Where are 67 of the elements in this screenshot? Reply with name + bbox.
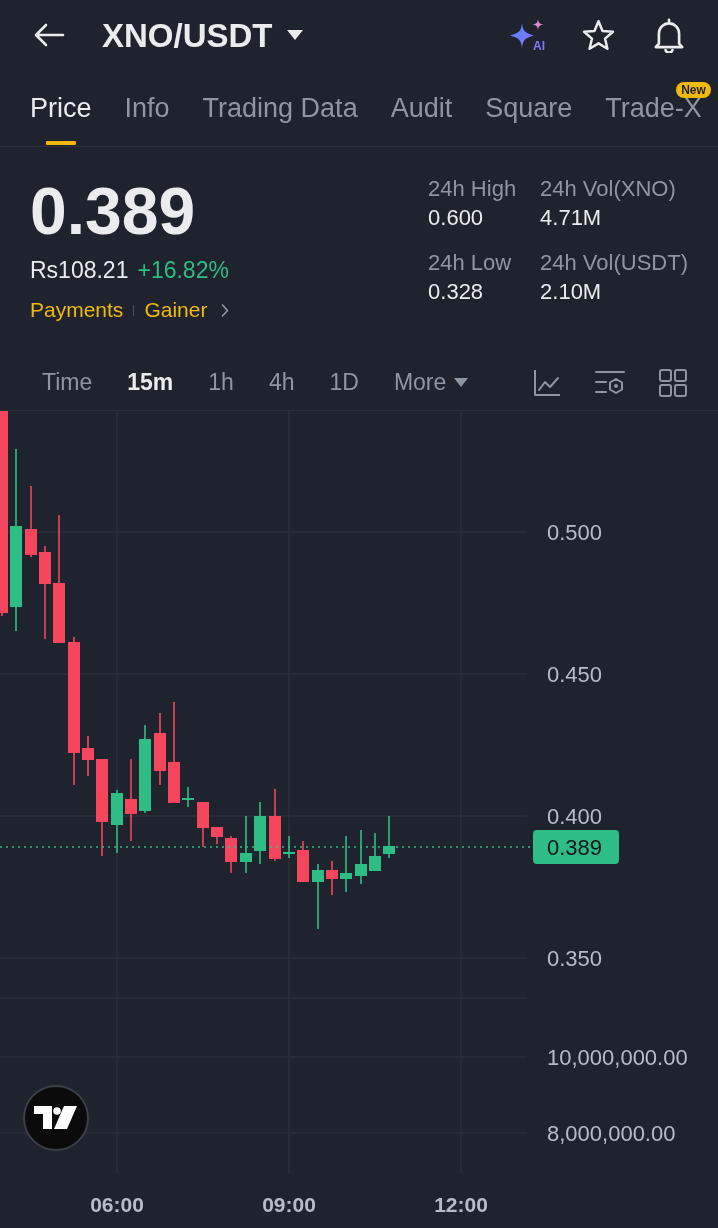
rising-candle <box>254 802 266 864</box>
tab[interactable]: Trading Data <box>202 70 358 146</box>
price-axis-label: 0.450 <box>547 661 603 687</box>
tab[interactable]: Square <box>485 70 573 146</box>
volume-axis-label: 10,000,000.00 <box>547 1044 688 1070</box>
falling-candle <box>154 713 166 785</box>
caret-down-icon <box>286 30 303 40</box>
grid-layout-icon[interactable] <box>659 368 687 397</box>
category-tag-link[interactable]: Gainer <box>144 297 208 323</box>
time-axis-label: 06:00 <box>90 1192 144 1216</box>
stat-value: 0.600 <box>428 205 485 231</box>
price-axis-label: 0.400 <box>547 803 603 829</box>
rising-candle <box>283 836 295 858</box>
category-tag-link[interactable]: Payments <box>30 297 124 323</box>
volume-axis-label: 8,000,000.00 <box>547 1120 676 1146</box>
pair-selector[interactable]: XNO/USDT <box>102 18 303 52</box>
falling-candle <box>197 802 209 847</box>
last-price-tag: 0.389 <box>533 830 619 864</box>
falling-candle <box>25 486 37 557</box>
price-axis-label: 0.350 <box>547 945 603 971</box>
line-chart-icon[interactable] <box>533 368 561 397</box>
price-axis-label: 0.500 <box>547 519 603 545</box>
rising-candle <box>182 787 194 807</box>
stat-label: 24h High <box>428 176 518 202</box>
falling-candle <box>326 861 338 895</box>
stat-label: 24h Low <box>428 250 513 276</box>
rising-candle <box>111 790 123 853</box>
tab[interactable]: Audit <box>390 70 453 146</box>
bell-icon[interactable] <box>652 17 686 53</box>
rising-candle <box>312 864 324 929</box>
interval-tab[interactable]: 4h <box>268 371 295 394</box>
new-badge: New <box>676 82 711 98</box>
stat-value: 0.328 <box>428 279 485 305</box>
interval-tab[interactable]: 1h <box>208 371 234 394</box>
more-intervals-dropdown[interactable]: More <box>393 371 469 394</box>
price-change: +16.82% <box>137 256 229 284</box>
interval-tab[interactable]: 15m <box>127 371 174 394</box>
back-arrow-icon[interactable] <box>33 23 65 47</box>
rising-candle <box>340 836 352 892</box>
ai-assistant-button[interactable]: AI <box>509 19 545 51</box>
falling-candle <box>82 736 94 776</box>
time-axis-label: 09:00 <box>262 1192 316 1216</box>
stat-label: 24h Vol(USDT) <box>540 250 688 276</box>
indicators-icon[interactable] <box>595 369 625 396</box>
star-icon[interactable] <box>582 19 615 51</box>
rising-candle <box>355 830 367 884</box>
time-axis-label: 12:00 <box>434 1192 488 1216</box>
caret-down-icon <box>454 378 469 387</box>
tab[interactable]: Info <box>124 70 170 146</box>
chevron-right-icon[interactable] <box>221 303 230 317</box>
stat-value: 4.71M <box>540 205 603 231</box>
falling-candle <box>297 841 309 882</box>
sparkle-icon <box>509 19 544 48</box>
chart-logo-icon[interactable] <box>23 1085 89 1151</box>
rising-candle <box>383 816 395 858</box>
falling-candle <box>269 789 281 861</box>
fiat-price: Rs108.21 <box>30 256 129 284</box>
stat-value: 2.10M <box>540 279 603 305</box>
stat-label: 24h Vol(XNO) <box>540 176 677 202</box>
falling-candle <box>225 836 237 873</box>
rising-candle <box>369 833 381 871</box>
falling-candle <box>211 827 223 844</box>
interval-tab[interactable]: Time <box>42 371 93 394</box>
rising-candle <box>240 816 252 873</box>
last-price: 0.389 <box>30 178 196 244</box>
tab[interactable]: Price <box>30 70 92 146</box>
interval-tab[interactable]: 1D <box>329 371 359 394</box>
